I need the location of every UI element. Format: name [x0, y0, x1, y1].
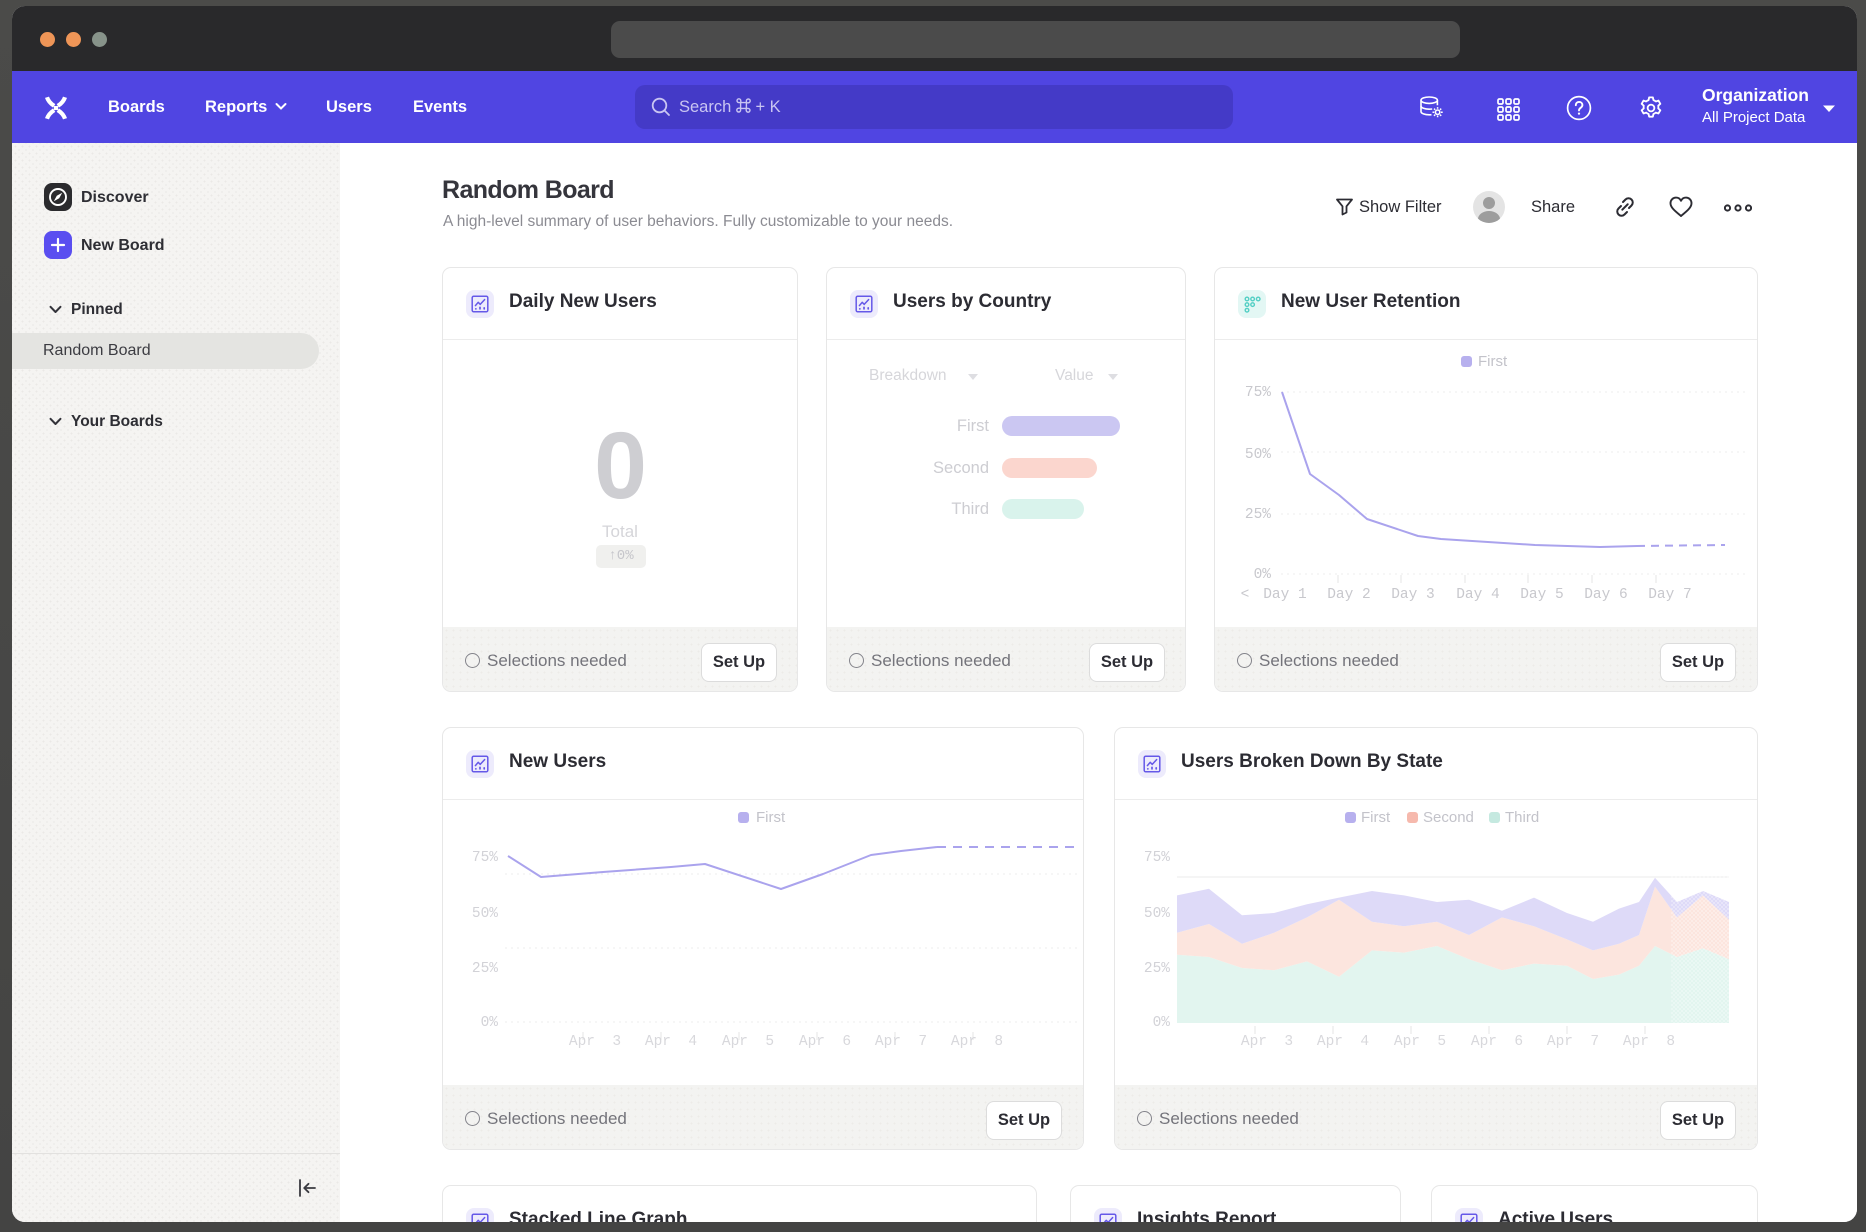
- svg-text:25%: 25%: [1144, 961, 1170, 977]
- svg-text:Day 2: Day 2: [1327, 587, 1371, 603]
- svg-text:50%: 50%: [472, 906, 498, 922]
- svg-text:Apr 6: Apr 6: [1471, 1034, 1523, 1050]
- svg-text:Apr 7: Apr 7: [1547, 1034, 1599, 1050]
- svg-text:Day 4: Day 4: [1456, 587, 1500, 603]
- svg-text:0%: 0%: [1254, 567, 1272, 583]
- svg-text:Apr 8: Apr 8: [951, 1034, 1003, 1050]
- svg-text:25%: 25%: [472, 961, 498, 977]
- svg-text:25%: 25%: [1245, 507, 1271, 523]
- svg-text:Apr 6: Apr 6: [799, 1034, 851, 1050]
- svg-text:Day 6: Day 6: [1584, 587, 1628, 603]
- svg-text:75%: 75%: [1144, 850, 1170, 866]
- svg-text:<: <: [1241, 587, 1250, 603]
- svg-text:Third: Third: [1505, 809, 1539, 826]
- svg-text:Apr 4: Apr 4: [1317, 1034, 1369, 1050]
- svg-text:Day 7: Day 7: [1648, 587, 1692, 603]
- svg-text:Apr 3: Apr 3: [569, 1034, 621, 1050]
- svg-text:Day 1: Day 1: [1263, 587, 1307, 603]
- svg-text:Apr 5: Apr 5: [722, 1034, 774, 1050]
- svg-text:75%: 75%: [1245, 385, 1271, 401]
- svg-text:75%: 75%: [472, 850, 498, 866]
- svg-text:Apr 8: Apr 8: [1623, 1034, 1675, 1050]
- svg-text:First: First: [756, 809, 786, 826]
- svg-text:Second: Second: [1423, 809, 1474, 826]
- svg-text:Apr 7: Apr 7: [875, 1034, 927, 1050]
- svg-text:0%: 0%: [1153, 1015, 1171, 1031]
- svg-text:Apr 3: Apr 3: [1241, 1034, 1293, 1050]
- svg-text:Day 3: Day 3: [1391, 587, 1435, 603]
- svg-text:Day 5: Day 5: [1520, 587, 1564, 603]
- svg-text:First: First: [1478, 353, 1508, 370]
- svg-text:50%: 50%: [1245, 447, 1271, 463]
- svg-text:50%: 50%: [1144, 906, 1170, 922]
- svg-text:0%: 0%: [481, 1015, 499, 1031]
- svg-text:Apr 4: Apr 4: [645, 1034, 697, 1050]
- svg-text:First: First: [1361, 809, 1391, 826]
- svg-text:Apr 5: Apr 5: [1394, 1034, 1446, 1050]
